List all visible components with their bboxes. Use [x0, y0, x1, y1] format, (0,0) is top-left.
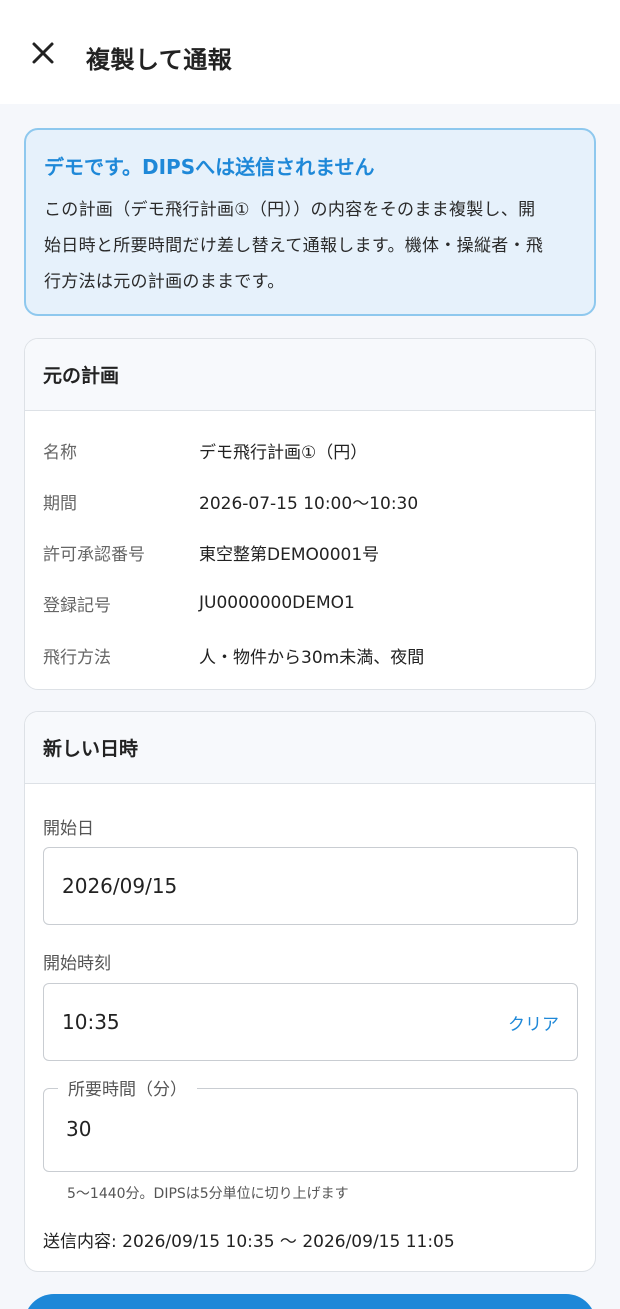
close-button[interactable]: [24, 34, 62, 72]
duration-value: 30: [66, 1117, 92, 1141]
row-label: 期間: [43, 493, 77, 514]
demo-banner-body: この計画（デモ飛行計画①（円））の内容をそのまま複製し、開 始日時と所要時間だけ…: [44, 192, 576, 300]
demo-banner: デモです。DIPSへは送信されません この計画（デモ飛行計画①（円））の内容をそ…: [24, 128, 596, 316]
send-summary: 送信内容: 2026/09/15 10:35 〜 2026/09/15 11:0…: [43, 1232, 455, 1252]
row-value: デモ飛行計画①（円）: [199, 442, 368, 463]
demo-banner-line: 始日時と所要時間だけ差し替えて通報します。機体・操縦者・飛: [44, 236, 544, 256]
start-time-value: 10:35: [62, 1010, 120, 1034]
start-date-field[interactable]: 2026/09/15: [43, 847, 578, 925]
row-label: 登録記号: [43, 595, 111, 616]
start-time-field[interactable]: 10:35 クリア: [43, 983, 578, 1061]
row-label: 許可承認番号: [43, 544, 145, 565]
duration-label: 所要時間（分）: [58, 1075, 197, 1100]
page-title: 複製して通報: [86, 46, 233, 74]
start-date-label: 開始日: [43, 819, 94, 839]
plan-row-name: 名称 デモ飛行計画①（円）: [43, 435, 583, 465]
plan-row-flight-method: 飛行方法 人・物件から30m未満、夜間: [43, 640, 583, 670]
row-value: JU0000000DEMO1: [199, 593, 355, 613]
new-datetime-header: 新しい日時: [25, 712, 595, 784]
plan-row-registration: 登録記号 JU0000000DEMO1: [43, 588, 583, 618]
duration-helper-text: 5〜1440分。DIPSは5分単位に切り上げます: [67, 1186, 349, 1202]
row-value: 人・物件から30m未満、夜間: [199, 647, 425, 668]
original-plan-header: 元の計画: [25, 339, 595, 411]
demo-banner-title: デモです。DIPSへは送信されません: [44, 155, 375, 179]
row-value: 東空整第DEMO0001号: [199, 544, 380, 565]
demo-banner-line: この計画（デモ飛行計画①（円））の内容をそのまま複製し、開: [44, 200, 536, 220]
plan-row-permit-number: 許可承認番号 東空整第DEMO0001号: [43, 537, 583, 567]
new-datetime-card: 新しい日時 開始日 2026/09/15 開始時刻 10:35 クリア 所要時間…: [24, 711, 596, 1272]
original-plan-card: 元の計画 名称 デモ飛行計画①（円） 期間 2026-07-15 10:00〜1…: [24, 338, 596, 690]
app-bar: 複製して通報: [0, 0, 620, 104]
row-value: 2026-07-15 10:00〜10:30: [199, 493, 419, 514]
close-icon: [32, 42, 54, 64]
clear-time-button[interactable]: クリア: [508, 1010, 559, 1035]
start-date-value: 2026/09/15: [62, 874, 178, 898]
row-label: 名称: [43, 442, 77, 463]
duration-field[interactable]: 所要時間（分） 30: [43, 1075, 578, 1172]
start-time-label: 開始時刻: [43, 954, 111, 974]
row-label: 飛行方法: [43, 647, 111, 668]
submit-button[interactable]: [24, 1294, 596, 1309]
plan-row-period: 期間 2026-07-15 10:00〜10:30: [43, 486, 583, 516]
demo-banner-line: 行方法は元の計画のままです。: [44, 272, 285, 292]
